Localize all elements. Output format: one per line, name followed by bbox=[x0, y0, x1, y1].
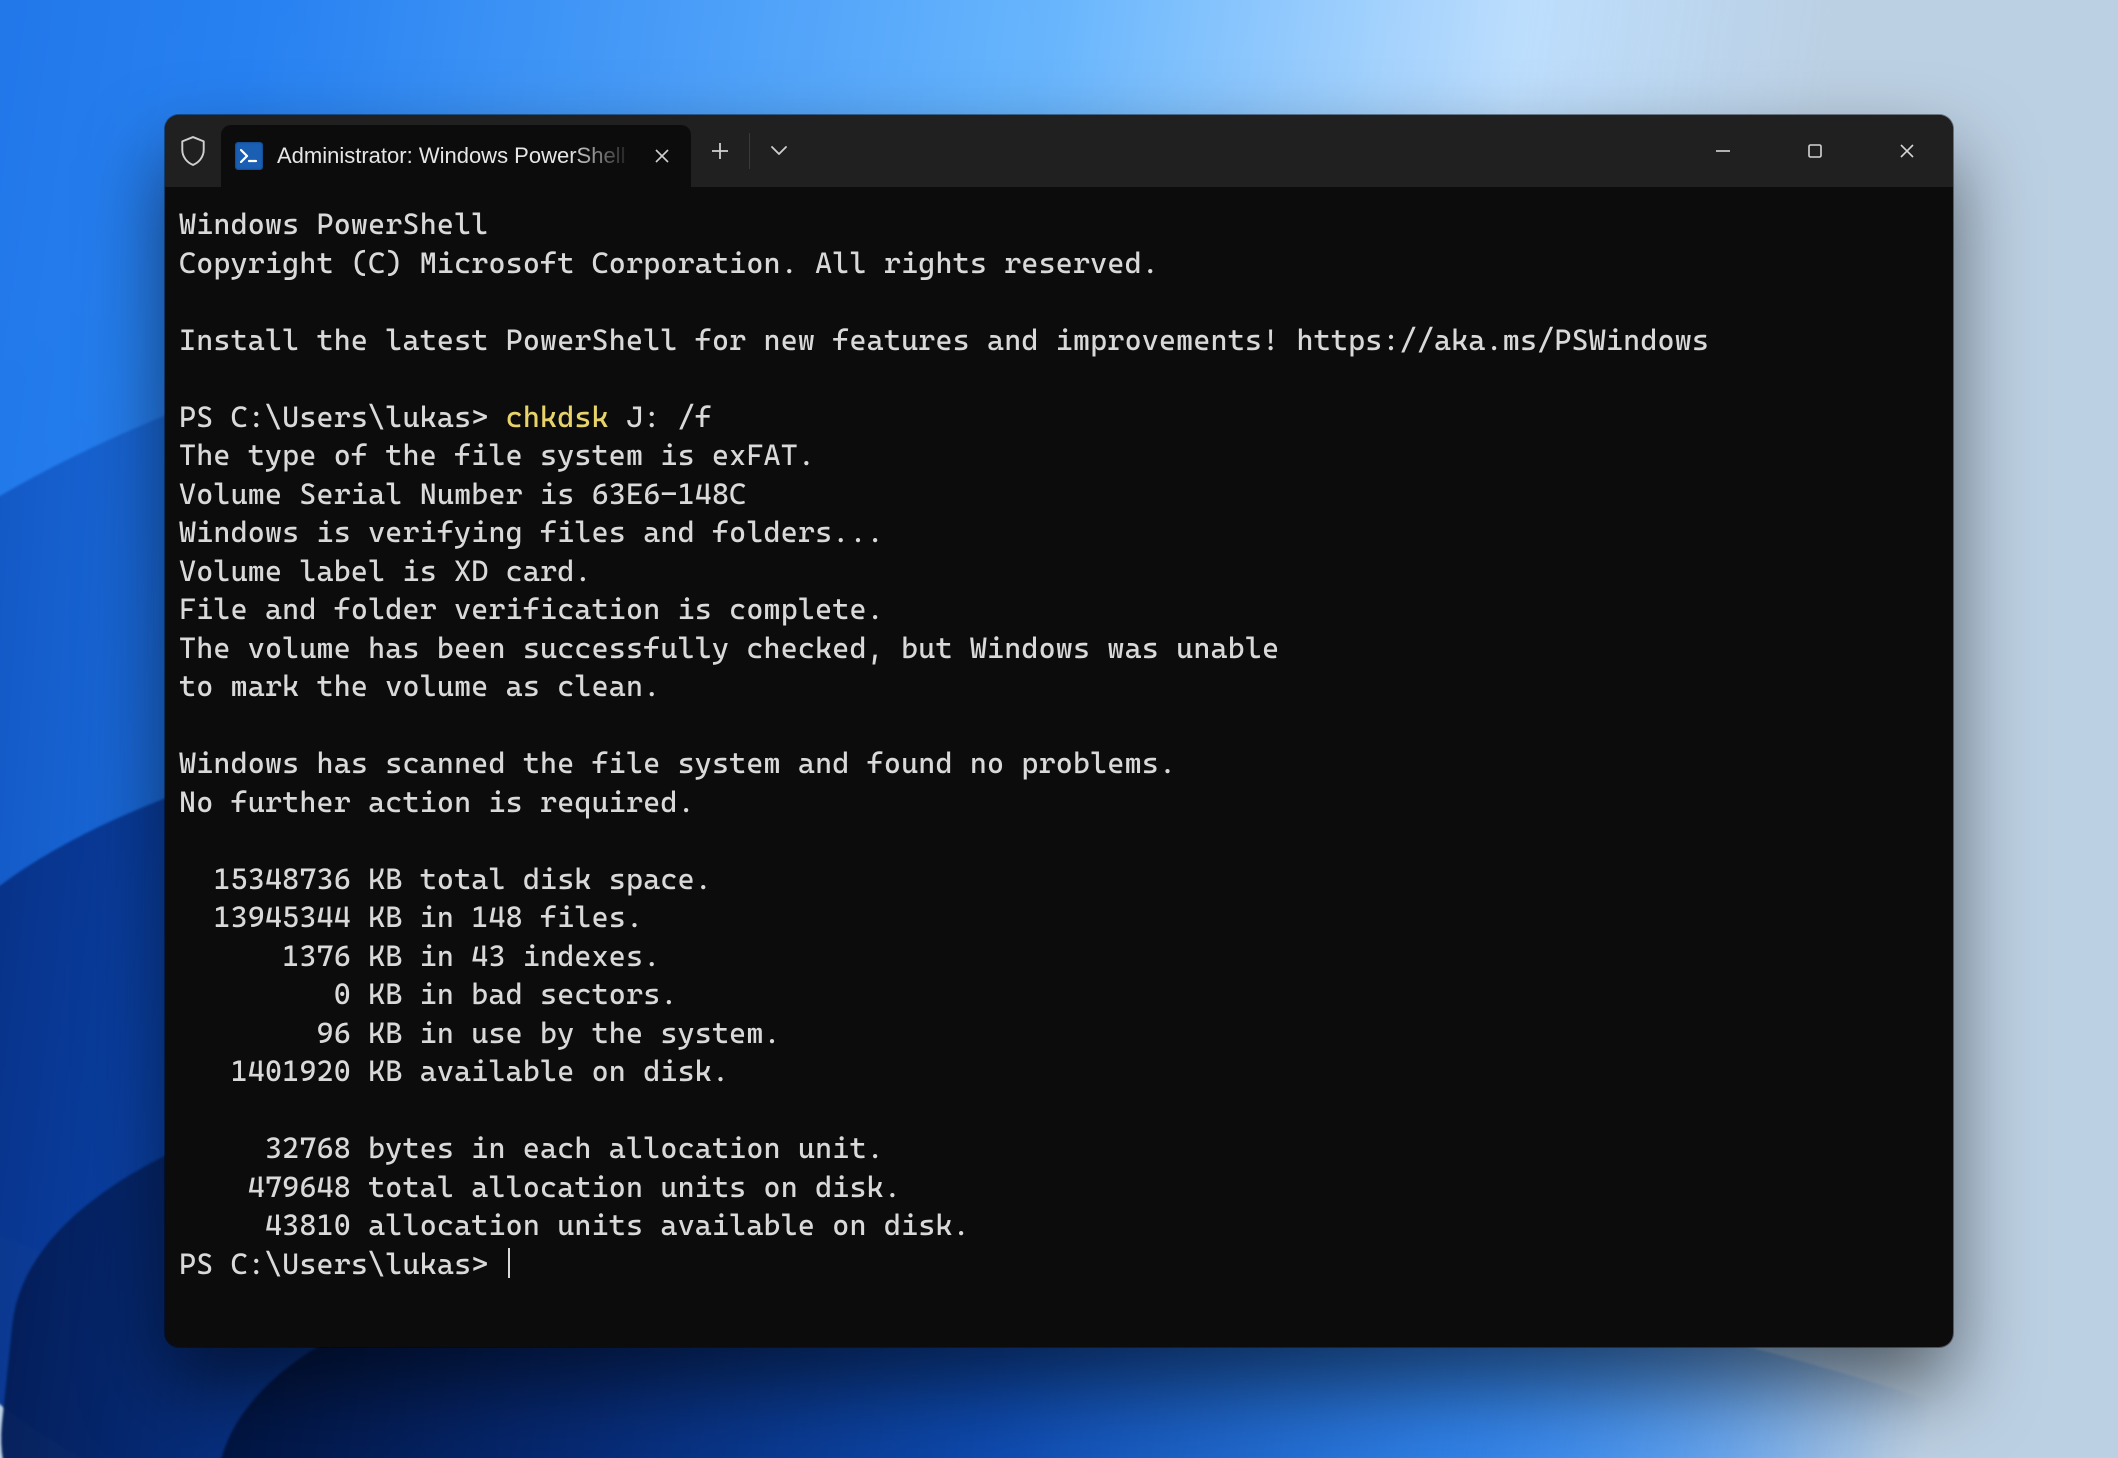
minimize-button[interactable] bbox=[1677, 115, 1769, 187]
terminal-line: Windows is verifying files and folders..… bbox=[179, 515, 884, 549]
terminal-line: The type of the file system is exFAT. bbox=[179, 438, 815, 472]
titlebar[interactable]: Administrator: Windows PowerShell bbox=[165, 115, 1953, 187]
tab-title: Administrator: Windows PowerShell bbox=[277, 143, 633, 169]
admin-shield-icon bbox=[165, 115, 221, 187]
new-tab-button[interactable] bbox=[691, 115, 749, 187]
terminal-line: to mark the volume as clean. bbox=[179, 669, 660, 703]
terminal-line: 32768 bytes in each allocation unit. bbox=[179, 1131, 884, 1165]
command-args: J: /f bbox=[609, 400, 712, 434]
terminal-line: Volume Serial Number is 63E6-148C bbox=[179, 477, 746, 511]
terminal-line: 479648 total allocation units on disk. bbox=[179, 1170, 901, 1204]
maximize-button[interactable] bbox=[1769, 115, 1861, 187]
terminal-line: Windows PowerShell bbox=[179, 207, 488, 241]
titlebar-drag-region[interactable] bbox=[808, 115, 1677, 187]
terminal-line: 1401920 KB available on disk. bbox=[179, 1054, 729, 1088]
prompt-prefix: PS C:\Users\lukas> bbox=[179, 1247, 506, 1281]
terminal-line: 15348736 KB total disk space. bbox=[179, 862, 712, 896]
tab-close-button[interactable] bbox=[647, 141, 677, 171]
terminal-line: 0 KB in bad sectors. bbox=[179, 977, 678, 1011]
terminal-window: Administrator: Windows PowerShell bbox=[165, 115, 1953, 1347]
terminal-line: 43810 allocation units available on disk… bbox=[179, 1208, 970, 1242]
terminal-line: 13945344 KB in 148 files. bbox=[179, 900, 643, 934]
terminal-line: 96 KB in use by the system. bbox=[179, 1016, 781, 1050]
powershell-icon bbox=[235, 142, 263, 170]
terminal-viewport[interactable]: Windows PowerShell Copyright (C) Microso… bbox=[165, 187, 1953, 1307]
window-controls bbox=[1677, 115, 1953, 187]
terminal-line: Copyright (C) Microsoft Corporation. All… bbox=[179, 246, 1159, 280]
terminal-line: Windows has scanned the file system and … bbox=[179, 746, 1176, 780]
prompt-prefix: PS C:\Users\lukas> bbox=[179, 400, 506, 434]
terminal-line: Volume label is XD card. bbox=[179, 554, 592, 588]
tab-active[interactable]: Administrator: Windows PowerShell bbox=[221, 125, 691, 187]
cursor bbox=[508, 1248, 510, 1278]
terminal-line: The volume has been successfully checked… bbox=[179, 631, 1279, 665]
close-button[interactable] bbox=[1861, 115, 1953, 187]
command-name: chkdsk bbox=[506, 400, 609, 434]
terminal-line: No further action is required. bbox=[179, 785, 695, 819]
terminal-line: Install the latest PowerShell for new fe… bbox=[179, 323, 1709, 357]
terminal-line: 1376 KB in 43 indexes. bbox=[179, 939, 660, 973]
tab-dropdown-button[interactable] bbox=[750, 115, 808, 187]
terminal-line: File and folder verification is complete… bbox=[179, 592, 884, 626]
